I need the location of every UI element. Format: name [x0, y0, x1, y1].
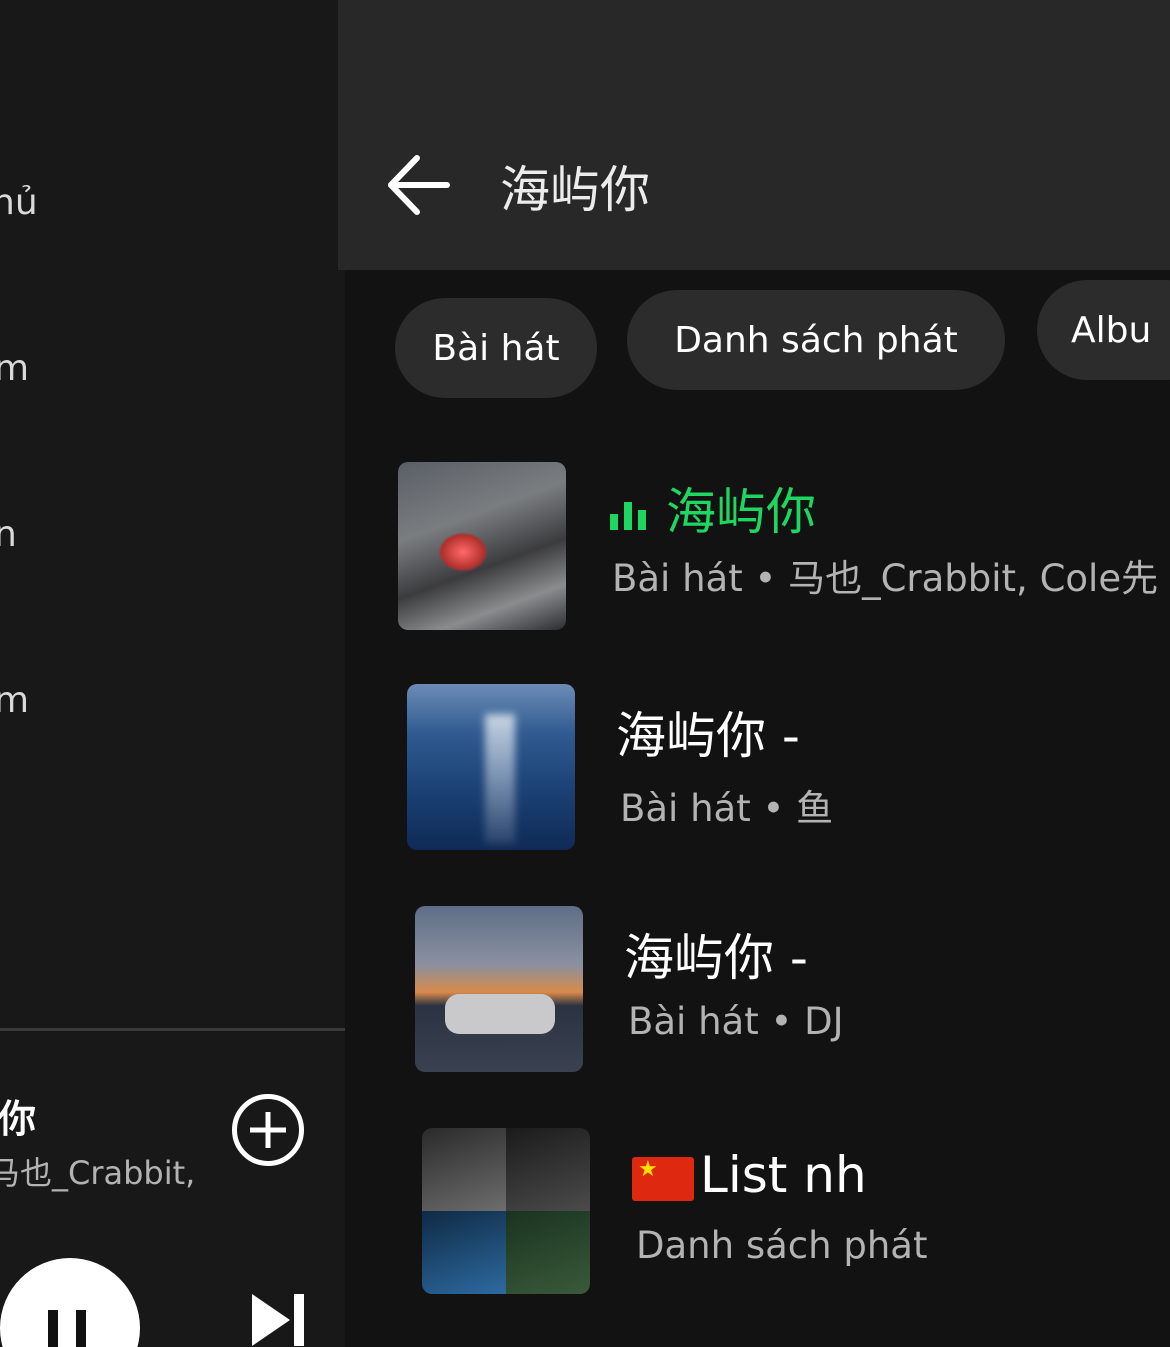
search-query[interactable]: 海屿你	[500, 150, 650, 222]
filter-chip-albums[interactable]: Albu	[1037, 280, 1170, 380]
sidebar-item-4[interactable]: m	[0, 680, 29, 721]
filter-chip-playlists[interactable]: Danh sách phát	[627, 290, 1005, 390]
sidebar-item-3[interactable]: n	[0, 514, 17, 555]
result-title: 海屿你 -	[624, 929, 808, 987]
china-flag-icon	[632, 1156, 694, 1201]
pause-button[interactable]	[0, 1258, 140, 1347]
result-subtitle: Danh sách phát	[636, 1224, 928, 1267]
result-subtitle: Bài hát • 马也_Crabbit, Cole先	[612, 557, 1159, 600]
sidebar-item-home[interactable]: hủ	[0, 182, 38, 223]
album-art	[415, 906, 583, 1072]
result-title: 海屿你 -	[616, 707, 800, 765]
now-playing-equalizer-icon	[610, 501, 648, 530]
now-playing-title: 屿你	[0, 1097, 37, 1141]
result-subtitle: Bài hát • 鱼	[620, 787, 834, 830]
result-title-text: 海屿你	[666, 483, 816, 541]
result-title: 海屿你	[610, 472, 816, 544]
left-panel: hủ m n m 屿你 马也_Crabbit,	[0, 0, 345, 1347]
result-title-text: List nh	[700, 1146, 867, 1204]
filter-chip-songs[interactable]: Bài hát	[395, 298, 597, 398]
album-art	[398, 462, 566, 630]
add-to-library-button[interactable]	[232, 1094, 304, 1166]
now-playing-artist: 马也_Crabbit,	[0, 1154, 196, 1192]
album-art	[407, 684, 575, 850]
pause-icon	[48, 1310, 58, 1347]
result-subtitle: Bài hát • DJ	[628, 1000, 844, 1043]
divider	[0, 1028, 345, 1031]
skip-next-icon[interactable]	[248, 1290, 308, 1347]
result-title: List nh	[632, 1146, 867, 1204]
pause-icon-bar	[76, 1310, 86, 1347]
search-header	[338, 0, 1170, 270]
back-arrow-icon[interactable]	[385, 152, 451, 218]
playlist-mosaic-art	[422, 1128, 590, 1294]
sidebar-item-2[interactable]: m	[0, 348, 29, 389]
